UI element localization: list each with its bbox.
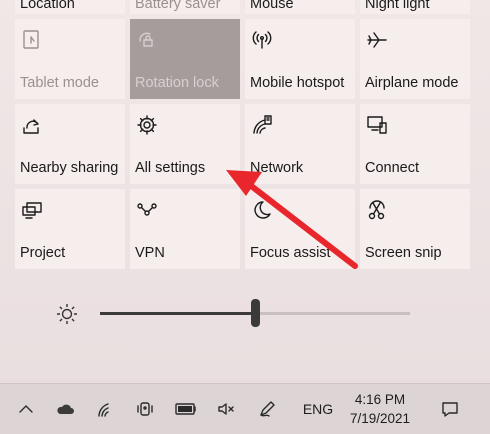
tile-vpn[interactable]: VPN [130, 189, 240, 269]
connect-icon [366, 114, 388, 136]
tablet-mode-icon [21, 29, 43, 51]
taskbar: ENG 4:16 PM 7/19/2021 [0, 383, 490, 434]
sun-icon [55, 302, 79, 326]
tile-label: Mouse [250, 0, 294, 12]
rotation-lock-icon [136, 29, 158, 51]
wifi-icon[interactable] [92, 384, 120, 434]
tile-label: Network [250, 160, 304, 176]
clock-date: 7/19/2021 [349, 411, 411, 426]
pen-icon[interactable] [252, 384, 282, 434]
tile-label: Location [20, 0, 75, 12]
scissors-icon [366, 199, 388, 221]
clock[interactable]: 4:16 PM 7/19/2021 [344, 384, 416, 434]
tile-label: VPN [135, 245, 165, 261]
battery-icon[interactable] [170, 384, 202, 434]
tile-tablet-mode[interactable]: Tablet mode [15, 19, 125, 99]
tile-label: Project [20, 245, 66, 261]
moon-icon [251, 199, 273, 221]
tile-label: Airplane mode [365, 75, 459, 91]
action-center-panel: Location Battery saver Mouse Night light… [0, 0, 490, 380]
tile-label: Tablet mode [20, 75, 99, 91]
tile-mobile-hotspot[interactable]: Mobile hotspot [245, 19, 355, 99]
clock-time: 4:16 PM [354, 392, 406, 407]
tile-connect[interactable]: Connect [360, 104, 470, 184]
tile-label: Focus assist [250, 245, 331, 261]
gear-icon [136, 114, 158, 136]
tile-all-settings[interactable]: All settings [130, 104, 240, 184]
hotspot-icon [251, 29, 273, 51]
tile-project[interactable]: Project [15, 189, 125, 269]
tile-rotation-lock[interactable]: Rotation lock [130, 19, 240, 99]
chevron-up-icon[interactable] [12, 384, 40, 434]
tile-label: Night light [365, 0, 430, 12]
airplane-icon [366, 29, 388, 51]
tile-focus-assist[interactable]: Focus assist [245, 189, 355, 269]
tile-label: All settings [135, 160, 206, 176]
nearby-sharing-icon [21, 114, 43, 136]
tile-mouse[interactable]: Mouse [245, 0, 355, 14]
tile-location[interactable]: Location [15, 0, 125, 14]
network-icon [251, 114, 273, 136]
tile-airplane-mode[interactable]: Airplane mode [360, 19, 470, 99]
brightness-slider-fill [100, 312, 255, 315]
language-label: ENG [302, 401, 334, 417]
tile-label: Connect [365, 160, 420, 176]
tile-night-light[interactable]: Night light [360, 0, 470, 14]
tile-screen-snip[interactable]: Screen snip [360, 189, 470, 269]
onedrive-cloud-icon[interactable] [50, 384, 80, 434]
tile-nearby-sharing[interactable]: Nearby sharing [15, 104, 125, 184]
volume-muted-icon[interactable] [212, 384, 240, 434]
tile-label: Rotation lock [135, 75, 219, 91]
vpn-icon [136, 199, 158, 221]
tile-label: Mobile hotspot [250, 75, 345, 91]
tile-label: Battery saver [135, 0, 221, 12]
tile-network[interactable]: Network [245, 104, 355, 184]
tile-label: Screen snip [365, 245, 442, 261]
brightness-slider-thumb[interactable] [251, 299, 260, 327]
language-indicator[interactable]: ENG [296, 384, 340, 434]
project-icon [21, 199, 43, 221]
tile-label: Nearby sharing [20, 160, 119, 176]
webcam-icon[interactable] [130, 384, 160, 434]
action-center-icon[interactable] [430, 384, 470, 434]
brightness-slider[interactable] [100, 299, 410, 327]
brightness-control [0, 290, 490, 340]
tile-battery-saver[interactable]: Battery saver [130, 0, 240, 14]
